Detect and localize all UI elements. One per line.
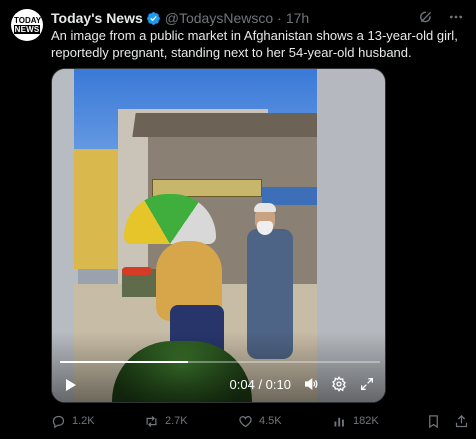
bookmark-icon xyxy=(429,414,438,428)
top-actions xyxy=(418,9,464,25)
like-count: 4.5K xyxy=(259,415,282,427)
repost-icon xyxy=(146,415,157,427)
grok-icon[interactable] xyxy=(418,9,434,25)
video-controls: 0:04 / 0:10 xyxy=(230,376,375,392)
views-icon xyxy=(334,417,344,426)
tweet-header: Today's News @TodaysNewsco · 17h xyxy=(51,9,309,27)
video-frame xyxy=(52,69,385,402)
more-icon[interactable] xyxy=(448,9,464,25)
separator-dot: · xyxy=(277,10,282,26)
repost-button[interactable]: 2.7K xyxy=(144,414,188,429)
view-count: 182K xyxy=(353,415,379,427)
avatar-logo: TODAY'S NEWS xyxy=(14,16,43,34)
bookmark-button[interactable] xyxy=(426,414,441,429)
avatar[interactable]: TODAY'S NEWS xyxy=(11,9,43,41)
views-button[interactable]: 182K xyxy=(332,414,379,429)
like-button[interactable]: 4.5K xyxy=(238,414,282,429)
video-progress-fill xyxy=(60,361,188,363)
verified-badge-icon xyxy=(146,11,160,25)
video-progress-bar[interactable] xyxy=(60,361,380,363)
reply-button[interactable]: 1.2K xyxy=(51,414,95,429)
play-icon[interactable] xyxy=(62,377,78,393)
tweet-actions: 1.2K 2.7K 4.5K 182K xyxy=(51,412,469,430)
author-handle[interactable]: @TodaysNewsco xyxy=(165,9,273,27)
fullscreen-icon[interactable] xyxy=(359,376,375,392)
volume-icon[interactable] xyxy=(303,376,319,392)
tweet-text: An image from a public market in Afghani… xyxy=(51,28,458,60)
avatar-line2: NEWS xyxy=(14,25,40,34)
share-button[interactable] xyxy=(454,414,469,429)
settings-icon[interactable] xyxy=(331,376,347,392)
like-icon xyxy=(239,415,252,427)
timestamp[interactable]: 17h xyxy=(286,9,309,27)
video-player[interactable]: 0:04 / 0:10 xyxy=(51,68,386,403)
author-name[interactable]: Today's News xyxy=(51,9,143,27)
avatar-line1: TODAY'S xyxy=(14,16,43,25)
share-icon xyxy=(455,414,468,427)
tweet[interactable]: TODAY'S NEWS Today's News @TodaysNewsco … xyxy=(0,0,476,439)
video-timecode: 0:04 / 0:10 xyxy=(229,376,291,392)
repost-count: 2.7K xyxy=(165,415,188,427)
reply-icon xyxy=(52,415,65,428)
reply-count: 1.2K xyxy=(72,415,95,427)
